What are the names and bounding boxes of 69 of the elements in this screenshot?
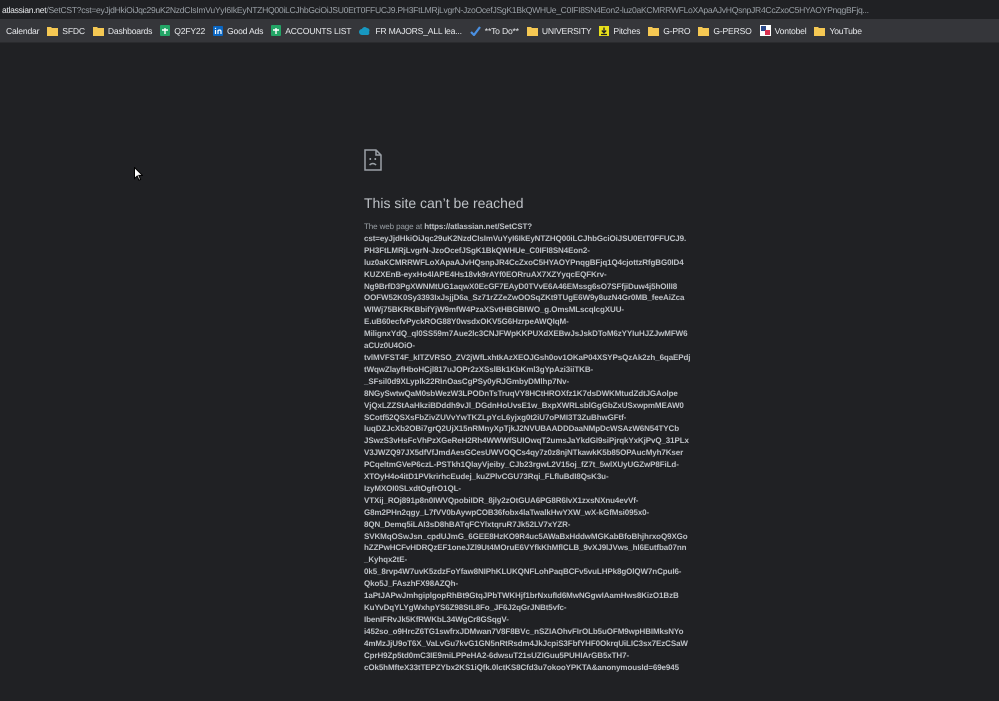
folder-icon: [814, 26, 826, 36]
url-text: JSwzS3vHsFcVhPzXGeReH2Rh4WWWfSUIOwqT2umsJaYkdGI9siPjrqkYxKjPvQ_31PLx: [364, 435, 689, 448]
download-icon: [599, 26, 610, 36]
bookmark[interactable]: SFDC: [43, 24, 89, 38]
checkmark-icon: [470, 26, 481, 36]
folder-icon: [92, 26, 104, 36]
url-text: IzyMXOI0SLxdtOgfrO1QL-: [364, 482, 461, 495]
url-text: _Kyhqx2tE-: [364, 554, 408, 566]
url-text: KUZXEnB-eyxHo4lAPE4Hs18vk9rAYf0EORruAX7XZYyqcEQFKrv-: [364, 268, 607, 281]
url-text: VjQxLZZStAaHkziBDddh9vJl_DGdnHoUvsE1w_BxpXWRLsblGgGbZxUSxwpmMEAW0: [364, 400, 684, 412]
url-text: Qko5J_FAszhFX98AZQh-: [364, 578, 458, 590]
bookmark[interactable]: FR MAJORS_ALL lea...: [355, 24, 466, 38]
url-text: _SFsil0d9XLyplk22RInOasCgPSy0yRJGmbyDMlhp7Nv-: [364, 376, 570, 388]
linkedin-icon: [213, 26, 224, 36]
url-text: tvlMVFST4F_kITZVRSO_ZV2jWfLxhtkAzXEOJGsh0ov1OKaP04XSYPsQzAk2zh_6qaEPdj: [364, 352, 690, 364]
url-text: cst=eyJjdHkiOiJqc29uK2NzdCIsImVuYyI6IkEyNTZHQ00iLCJhbGciOiJSU0EtT0FFUCJ9.: [364, 232, 686, 245]
bookmark[interactable]: Vontobel: [756, 23, 810, 38]
bookmark[interactable]: Pitches: [595, 24, 644, 38]
bookmark[interactable]: UNIVERSITY: [522, 24, 596, 38]
bookmark[interactable]: **To Do**: [466, 24, 523, 38]
spreadsheet-icon: [160, 25, 170, 36]
sad-page-icon: [364, 149, 382, 171]
cloud-icon: [359, 26, 372, 34]
url-text: 8QN_Demq5iLAI3sD8hBATqFCYlxtqruR7Jk52LV7xYZR-: [364, 518, 570, 531]
url-text: aCUz0U4OiO-: [364, 340, 415, 352]
bookmark[interactable]: YouTube: [810, 24, 866, 38]
url-text: OOFW52K0Sy3393IxJsjjD6a_Sz71rZZeZwOOSqZKt9TUgE6W9y8uzN4Gr0MB_feeAiZca: [364, 292, 684, 304]
url-text: luz0aKCMRRWFLoXApaAJvHQsnpJR4CcZxoC5HYAOYPnqgBFjq1Q4cjottzRfgBG0ID4: [364, 256, 684, 269]
url-text: 0k5_8rvp4W7uvK5zdzFoYfaw8NIPhKLUKQNFLohPaqBCFv5vuLHPk8gOlQW7nCpuI6-: [364, 566, 682, 578]
url-text: 8NGySwtwQaM0sbWezW3LPODnTsTruqVY8HCtHROXfz1K7dsDWKMtudZdtJGAolpe: [364, 388, 678, 400]
bookmark[interactable]: ACCOUNTS LIST: [267, 23, 356, 38]
url-text: PCqeltmGVeP6czL-PSTkh1QlayVjeiby_CJb23rgwL2V15oj_fZ7t_5wlXUyUGZwP8FiLd-: [364, 459, 679, 472]
bookmark[interactable]: G-PRO: [644, 24, 694, 38]
url-text: Ng9BrfD3PgXWNMtUG1aqwX0EcGF7EAyD0TVvE6A46EMssg6sO7SFfjiDuw4j5hOIlI8: [364, 280, 678, 292]
url-text: hZZPwHCFvHDRQzEF1oneJZl9Ut4MOruE6VYfkKhMflCLB_9vXJ9lJVws_hl6Eutfba07nn: [364, 542, 686, 554]
squares-icon: [760, 25, 771, 36]
url-text: PH3FtLMRjLvgrN-JzoOcefJSgK1BkQWHUe_C0IFI8SN4Eon2-: [364, 244, 590, 257]
url-text: SCotf52QSXsFbZivZUVvYwTKZLpYcL6yjxg0t2iU7oPMI3T3ZuBhwGFtf-: [364, 412, 626, 424]
url-text: 4mMzJjU9oT6X_VaLvGu7kvG1GN5nRtRsdm4JkJcpiS3FbfYHF0OkrqUiLIC3sx7EzCSaW: [364, 638, 688, 650]
url-text: G8m2PHn2qgy_L7fVV0bAywpCOB36fobx4laTwalkHwYXW_wX-kGfMsi095x0-: [364, 506, 650, 519]
url-text: CprH9Zp5td0mC3IE9miLPPeHA2-6dwsuT21sUZIGuu5PUHIArGB5xTH7-: [364, 650, 630, 662]
url-text: KuYvDqYLYgWxhpYS6Z98StL8Fo_JF6J2qGrJNBt5vfc-: [364, 602, 566, 614]
bookmark[interactable]: Good Ads: [209, 24, 268, 38]
folder-icon: [698, 26, 710, 36]
url-text: luqDZJcXb2OBi7grQ2UjX15nRMnyXpTjkJ2NVUBAADDDaaNMpDcWSAzW6N54TYCb: [364, 423, 679, 436]
url-text: i452so_o9HrcZ6TG1swfrxJDMwan7V8F8BVc_nSZIAOhvFIrOLb5uOFM9wpHBIMksNYo: [364, 626, 684, 638]
bookmark[interactable]: Dashboards: [88, 24, 156, 38]
bookmark[interactable]: G-PERSO: [694, 24, 756, 38]
folder-icon: [648, 26, 660, 36]
url-text: WIWj75BKRKBbifYjW9mfW4PzaXSvtHBGBIWO_g.OmsMLscqIcgXUU-: [364, 304, 624, 316]
url-text: IbenIFRvJk5KfRWKbL34WgCr8GSqgV-: [364, 614, 509, 626]
folder-icon: [526, 26, 538, 36]
bookmark[interactable]: Calendar: [2, 24, 44, 38]
url-text: SVKMqOSwJsn_cpdUJmG_6GEE8HzKO9R4uc5AWaBxHddwMGKabBfoBhjhrxoQ9XGo: [364, 530, 688, 542]
mouse-pointer-icon: [134, 167, 143, 181]
url-text: tWqwZlayfHboHCjl817uJOPr2zXSslBk1KbKml3gYpAzi3iiTKB-: [364, 364, 594, 376]
spreadsheet-icon: [271, 25, 282, 36]
error-message: The web page at https://atlassian.net/SetCST?: [364, 221, 532, 233]
url-text: 1aPtJAPwJmhgiplgopRhBt9GtqJPbTWKHjf1brNxufId6MwNGgwIAamHws8KizO1BzB: [364, 590, 679, 602]
url-text: V3JWZQ97JX5dfVfJmdAesGCesUWVOQCs4qy7z0z8njNTkawkK5b85OPAucMyh7Kser: [364, 447, 684, 460]
url-text: MilignxYdQ_ql0SS59m7Aue2lc3CNJFWpKKPUXdXEBwJsJskDToM6zYYIuHJZJwMFW6: [364, 328, 688, 340]
url-text: VTXij_ROj891p8n0IWVQpobiIDR_8jly2zOtGUA6PG8R6IvX1zxsNXnu4evVf-: [364, 494, 638, 507]
url-text: cOk5hMfteX33tTEPZYbx2KS1iQfk.0lctKS8Cfd3u7okooYPKTA&anonymousId=69e945: [364, 662, 679, 674]
address-bar-url[interactable]: atlassian.net/SetCST?cst=eyJjdHkiOiJqc29uK2NzdCIsImVuYyI6IkEyNTZHQ00iLCJhbGciOiJSU0EtT0FFUCJ9.PH3FtLMRjLvgrN-JzoOcefJSgK1BkQWHUe_C0IFI8SN4Eon2-luz0aKCMRRWFLoXApaAJvHQsnpJR4CcZxoC5HYAOYPnqgBFjq...: [2, 4, 869, 14]
url-text: XTOyH4o4itD1PVkrirhcEudej_kuZPlvCGU73Rqi_FLfluBdI8QsK3u-: [364, 471, 609, 483]
folder-icon: [47, 26, 58, 36]
error-title: This site can’t be reached: [364, 195, 525, 211]
url-text: E.uB60ecfvPyckROG88Y0wsdxOKV5G6HzrpeAWQIqM-: [364, 316, 569, 328]
bookmark[interactable]: Q2FY22: [156, 23, 210, 38]
